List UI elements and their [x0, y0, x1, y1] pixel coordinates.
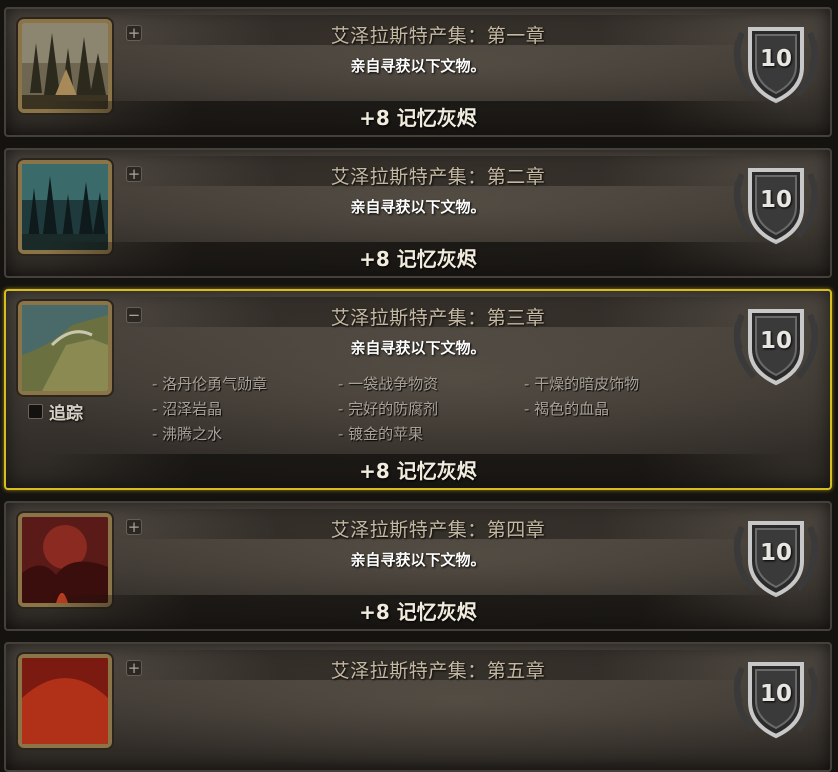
reward-text: +8 记忆灰烬 [359, 600, 477, 624]
title-bar: 艾泽拉斯特产集：第一章 [116, 15, 760, 47]
reward-text: +8 记忆灰烬 [359, 459, 477, 483]
points-shield-icon: 10 [728, 152, 824, 252]
achievement-points: 10 [759, 46, 792, 72]
criteria-item: - 一袋战争物资 [338, 375, 439, 393]
achievement-points: 10 [759, 187, 792, 213]
criteria-item: - 洛丹伦勇气勋章 [152, 375, 268, 393]
achievement-description: 亲自寻获以下文物。 [350, 198, 486, 216]
criteria-list: - 洛丹伦勇气勋章 - 一袋战争物资 - 干燥的暗皮饰物 - 沼泽岩晶 - 完好… [152, 373, 712, 444]
achievement-title: 艾泽拉斯特产集：第一章 [330, 25, 546, 47]
track-checkbox[interactable] [28, 404, 43, 419]
criteria-item: - 沸腾之水 [152, 425, 223, 443]
achievement-card-2[interactable]: + 艾泽拉斯特产集：第二章 亲自寻获以下文物。 10 +8 记忆灰烬 [4, 148, 832, 278]
achievement-card-5[interactable]: + 艾泽拉斯特产集：第五章 10 [4, 642, 832, 772]
achievement-card-4[interactable]: + 艾泽拉斯特产集：第四章 亲自寻获以下文物。 10 +8 记忆灰烬 [4, 501, 832, 631]
achievement-points: 10 [759, 328, 792, 354]
achievement-description: 亲自寻获以下文物。 [350, 57, 486, 75]
reward-text: +8 记忆灰烬 [359, 106, 477, 130]
title-bar: 艾泽拉斯特产集：第二章 [116, 156, 760, 188]
achievement-description: 亲自寻获以下文物。 [350, 339, 486, 357]
criteria-item: - 镀金的苹果 [338, 425, 424, 443]
criteria-item: - 褐色的血晶 [524, 400, 610, 418]
points-shield-icon: 10 [728, 505, 824, 605]
criteria-item: - 沼泽岩晶 [152, 400, 223, 418]
achievement-icon-fire [18, 654, 112, 748]
achievement-title: 艾泽拉斯特产集：第四章 [330, 519, 546, 541]
achievement-card-3[interactable]: − 追踪 艾泽拉斯特产集：第三章 亲自寻获以下文物。 - 洛丹伦勇气勋章 - 一… [4, 289, 832, 490]
reward-bar: +8 记忆灰烬 [46, 101, 790, 135]
achievement-title: 艾泽拉斯特产集：第三章 [330, 307, 546, 329]
achievement-points: 10 [759, 540, 792, 566]
achievement-description: 亲自寻获以下文物。 [350, 551, 486, 569]
track-option[interactable]: 追踪 [28, 399, 83, 424]
achievement-card-1[interactable]: + 艾泽拉斯特产集：第一章 亲自寻获以下文物。 10 +8 记忆灰烬 [4, 7, 832, 137]
reward-bar: +8 记忆灰烬 [46, 595, 790, 629]
points-shield-icon: 10 [728, 293, 824, 393]
points-shield-icon: 10 [728, 11, 824, 111]
reward-bar: +8 记忆灰烬 [46, 454, 790, 488]
achievement-points: 10 [759, 681, 792, 707]
title-bar: 艾泽拉斯特产集：第四章 [116, 509, 760, 541]
reward-text: +8 记忆灰烬 [359, 247, 477, 271]
title-bar: 艾泽拉斯特产集：第五章 [116, 650, 760, 682]
achievement-title: 艾泽拉斯特产集：第五章 [330, 660, 546, 682]
reward-bar: +8 记忆灰烬 [46, 242, 790, 276]
achievement-title: 艾泽拉斯特产集：第二章 [330, 166, 546, 188]
criteria-item: - 干燥的暗皮饰物 [524, 375, 640, 393]
criteria-item: - 完好的防腐剂 [338, 400, 439, 418]
title-bar: 艾泽拉斯特产集：第三章 [116, 297, 760, 329]
points-shield-icon: 10 [728, 646, 824, 746]
track-label: 追踪 [49, 404, 83, 424]
